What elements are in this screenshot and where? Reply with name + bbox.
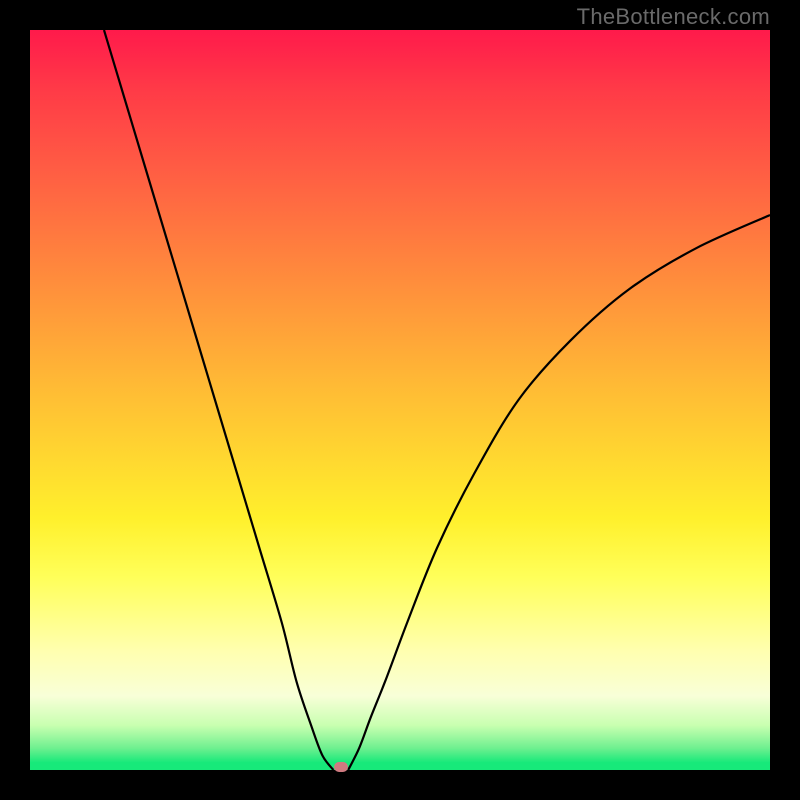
- chart-frame: TheBottleneck.com: [0, 0, 800, 800]
- watermark-text: TheBottleneck.com: [577, 4, 770, 30]
- bottleneck-marker: [334, 762, 348, 772]
- curve-right-branch: [348, 215, 770, 770]
- curve-left-branch: [104, 30, 333, 770]
- plot-area: [30, 30, 770, 770]
- bottleneck-curve: [30, 30, 770, 770]
